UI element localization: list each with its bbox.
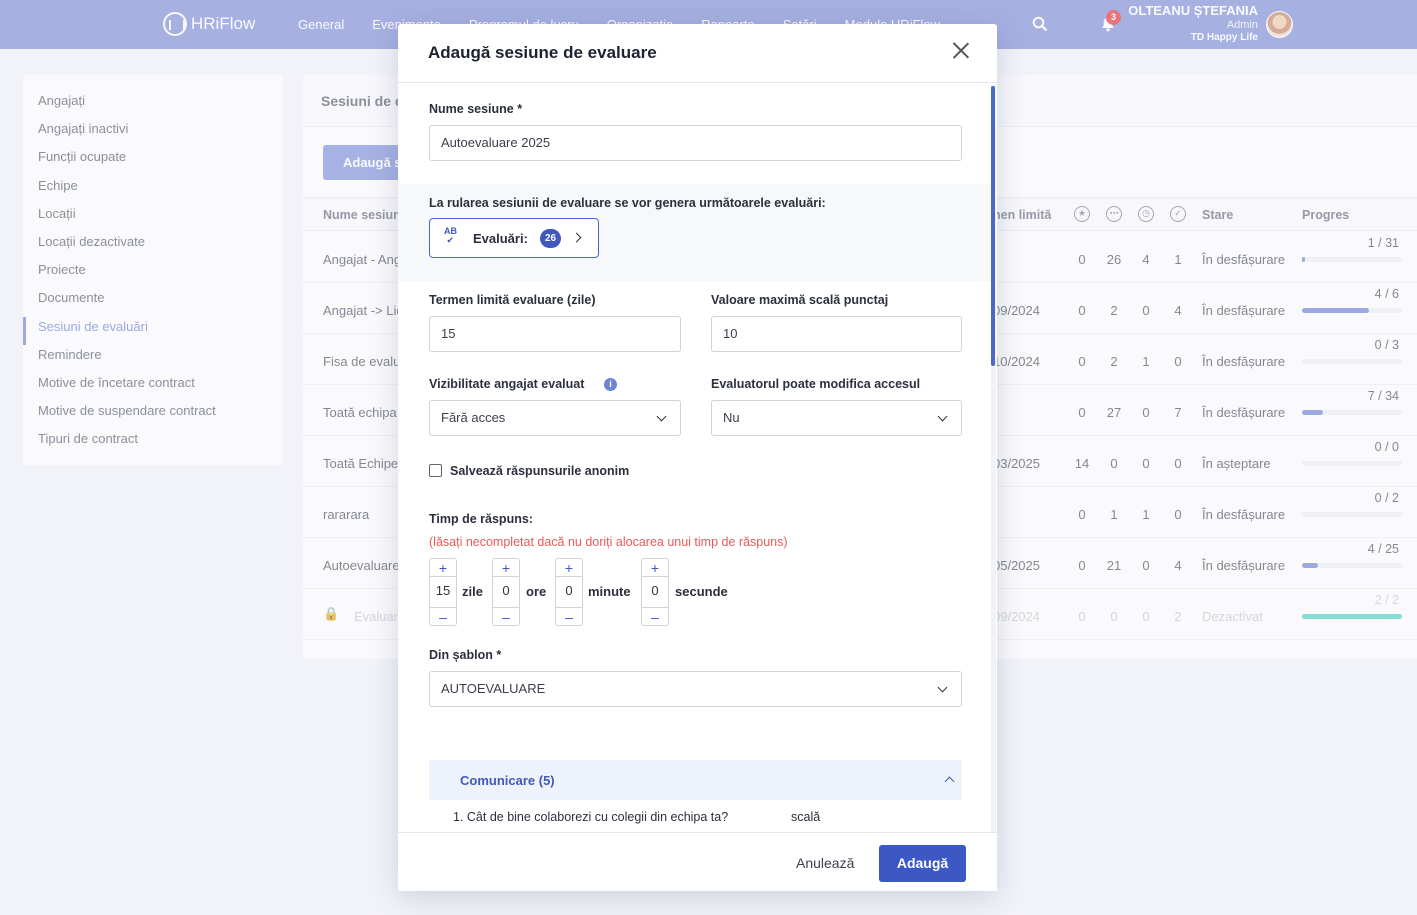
scrollbar-thumb[interactable] — [991, 86, 995, 366]
minutes-unit: minute — [588, 584, 631, 599]
max-score-input[interactable]: 10 — [711, 316, 962, 352]
evaluator-access-select[interactable]: Nu — [711, 400, 962, 436]
minutes-value[interactable]: 0 — [556, 583, 582, 598]
minus-icon[interactable]: – — [430, 607, 456, 625]
hours-value[interactable]: 0 — [493, 583, 519, 598]
deadline-label: Termen limită evaluare (zile) — [429, 293, 596, 307]
info-icon[interactable]: i — [604, 378, 617, 391]
section-accordion[interactable]: Comunicare (5) — [429, 760, 962, 800]
deadline-input[interactable]: 15 — [429, 316, 681, 352]
add-session-modal: Adaugă sesiune de evaluare Nume sesiune … — [398, 24, 997, 891]
evaluations-button[interactable]: AB ✔ Evaluări: 26 — [429, 218, 599, 258]
evaluations-label: Evaluări: — [473, 231, 528, 246]
cancel-button[interactable]: Anulează — [796, 855, 854, 871]
template-select[interactable]: AUTOEVALUARE — [429, 671, 962, 707]
modal-body: Nume sesiune * Autoevaluare 2025 La rula… — [398, 84, 992, 832]
add-button[interactable]: Adaugă — [879, 845, 966, 882]
anonymous-checkbox[interactable] — [429, 464, 442, 477]
session-name-input[interactable]: Autoevaluare 2025 — [429, 125, 962, 161]
visibility-select[interactable]: Fără acces — [429, 400, 681, 436]
spellcheck-icon: AB ✔ — [444, 226, 457, 245]
days-stepper[interactable]: +15 – — [429, 558, 457, 626]
hours-unit: ore — [526, 584, 547, 599]
section-title: Comunicare (5) — [460, 773, 555, 788]
evaluations-count-badge: 26 — [540, 229, 561, 248]
seconds-unit: secunde — [675, 584, 728, 599]
template-label: Din șablon * — [429, 648, 502, 662]
days-unit: zile — [462, 584, 483, 599]
minus-icon[interactable]: – — [556, 607, 582, 625]
response-time-label: Timp de răspuns: — [429, 512, 533, 526]
seconds-stepper[interactable]: +0 – — [641, 558, 669, 626]
max-score-label: Valoare maximă scală punctaj — [711, 293, 889, 307]
evaluator-access-label: Evaluatorul poate modifica accesul — [711, 377, 921, 391]
seconds-value[interactable]: 0 — [642, 583, 668, 598]
minus-icon[interactable]: – — [493, 607, 519, 625]
modal-footer: Anulează Adaugă — [398, 832, 997, 891]
anonymous-label[interactable]: Salvează răspunsurile anonim — [450, 464, 629, 478]
minutes-stepper[interactable]: +0 – — [555, 558, 583, 626]
hours-stepper[interactable]: +0 – — [492, 558, 520, 626]
chevron-up-icon[interactable] — [944, 776, 955, 787]
plus-icon[interactable]: + — [642, 559, 668, 577]
response-time-hint: (lăsați necompletat dacă nu doriți aloca… — [429, 535, 788, 549]
modal-header: Adaugă sesiune de evaluare — [398, 24, 997, 83]
plus-icon[interactable]: + — [493, 559, 519, 577]
evaluations-note: La rularea sesiunii de evaluare se vor g… — [429, 196, 826, 210]
question-text: 1. Cât de bine colaborezi cu colegii din… — [453, 810, 729, 824]
plus-icon[interactable]: + — [556, 559, 582, 577]
modal-scrollbar[interactable] — [991, 84, 996, 832]
chevron-right-icon — [571, 232, 582, 243]
close-icon[interactable] — [952, 42, 969, 59]
question-type: scală — [791, 810, 821, 824]
modal-title: Adaugă sesiune de evaluare — [428, 43, 657, 62]
days-value[interactable]: 15 — [430, 583, 456, 598]
visibility-label: Vizibilitate angajat evaluat — [429, 377, 585, 391]
plus-icon[interactable]: + — [430, 559, 456, 577]
session-name-label: Nume sesiune * — [429, 102, 523, 116]
minus-icon[interactable]: – — [642, 607, 668, 625]
